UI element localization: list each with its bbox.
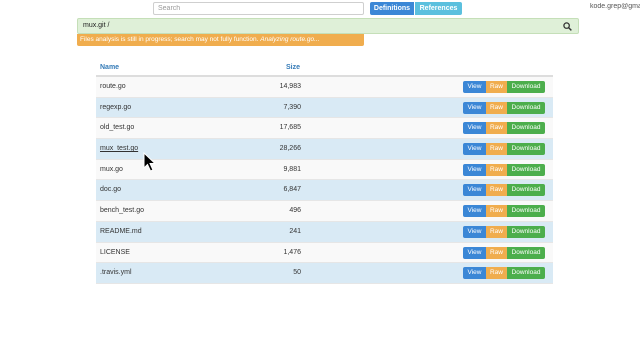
mouse-cursor-icon xyxy=(143,152,157,172)
download-button[interactable]: Download xyxy=(507,81,545,93)
file-actions: View Raw Download xyxy=(463,225,545,238)
view-button[interactable]: View xyxy=(463,225,486,238)
raw-button[interactable]: Raw xyxy=(486,246,507,259)
download-button[interactable]: Download xyxy=(507,101,545,114)
download-button[interactable]: Download xyxy=(507,143,545,156)
table-body: route.go 14,983 View Raw Download regexp.go 7,… xyxy=(96,77,553,284)
file-actions: View Raw Download xyxy=(463,143,545,156)
view-button[interactable]: View xyxy=(463,163,486,176)
raw-button[interactable]: Raw xyxy=(486,101,507,114)
table-row: LICENSE 1,476 View Raw Download xyxy=(96,242,553,264)
references-button[interactable]: References xyxy=(415,2,462,15)
file-actions: View Raw Download xyxy=(463,267,545,280)
view-button[interactable]: View xyxy=(463,246,486,259)
raw-button[interactable]: Raw xyxy=(486,122,507,135)
table-row: doc.go 6,847 View Raw Download xyxy=(96,180,553,202)
file-size: 17,685 xyxy=(279,124,301,132)
file-name-link[interactable]: regexp.go xyxy=(100,104,131,111)
view-button[interactable]: View xyxy=(463,184,486,197)
top-bar: Definitions References kode.grep@gmail.c… xyxy=(0,0,640,17)
file-name-link[interactable]: bench_test.go xyxy=(100,207,144,214)
file-table: Name Size route.go 14,983 View Raw Download r… xyxy=(96,60,553,284)
search-input[interactable] xyxy=(153,2,364,15)
view-button[interactable]: View xyxy=(463,205,486,218)
table-row: route.go 14,983 View Raw Download xyxy=(96,77,553,98)
analysis-warning: Files analysis is still in progress; sea… xyxy=(77,34,364,46)
file-size: 1,476 xyxy=(283,248,301,256)
file-name-link[interactable]: mux.go xyxy=(100,166,123,173)
file-name-link[interactable]: doc.go xyxy=(100,186,121,193)
definitions-button[interactable]: Definitions xyxy=(370,2,414,15)
download-button[interactable]: Download xyxy=(507,163,545,176)
file-actions: View Raw Download xyxy=(463,122,545,135)
view-button[interactable]: View xyxy=(463,81,486,93)
file-size: 7,390 xyxy=(283,103,301,111)
raw-button[interactable]: Raw xyxy=(486,184,507,197)
file-actions: View Raw Download xyxy=(463,246,545,259)
file-name-link[interactable]: LICENSE xyxy=(100,249,130,256)
download-button[interactable]: Download xyxy=(507,225,545,238)
file-actions: View Raw Download xyxy=(463,184,545,197)
file-name-link[interactable]: mux_test.go xyxy=(100,145,138,152)
file-name-link[interactable]: old_test.go xyxy=(100,124,134,131)
breadcrumb: mux.git / xyxy=(77,18,579,34)
table-row: mux_test.go 28,266 View Raw Download xyxy=(96,139,553,160)
download-button[interactable]: Download xyxy=(507,246,545,259)
table-row: .travis.yml 50 View Raw Download xyxy=(96,263,553,284)
breadcrumb-path[interactable]: mux.git / xyxy=(83,22,109,29)
column-header-name[interactable]: Name xyxy=(100,64,119,71)
download-button[interactable]: Download xyxy=(507,267,545,280)
warning-status: Analyzing route.go... xyxy=(260,36,320,43)
file-actions: View Raw Download xyxy=(463,205,545,218)
user-email[interactable]: kode.grep@gmail.com xyxy=(590,3,640,13)
file-size: 28,266 xyxy=(279,145,301,153)
file-size: 496 xyxy=(289,207,301,215)
table-row: README.md 241 View Raw Download xyxy=(96,221,553,243)
file-actions: View Raw Download xyxy=(463,81,545,93)
download-button[interactable]: Download xyxy=(507,205,545,218)
search-icon[interactable] xyxy=(563,22,572,31)
file-actions: View Raw Download xyxy=(463,163,545,176)
view-button[interactable]: View xyxy=(463,101,486,114)
raw-button[interactable]: Raw xyxy=(486,205,507,218)
file-name-link[interactable]: route.go xyxy=(100,83,126,90)
column-header-size[interactable]: Size xyxy=(286,64,300,71)
download-button[interactable]: Download xyxy=(507,122,545,135)
table-header: Name Size xyxy=(96,60,553,77)
raw-button[interactable]: Raw xyxy=(486,143,507,156)
warning-text: Files analysis is still in progress; sea… xyxy=(80,36,259,43)
table-row: regexp.go 7,390 View Raw Download xyxy=(96,97,553,119)
download-button[interactable]: Download xyxy=(507,184,545,197)
raw-button[interactable]: Raw xyxy=(486,163,507,176)
file-size: 241 xyxy=(289,227,301,235)
raw-button[interactable]: Raw xyxy=(486,81,507,93)
file-size: 6,847 xyxy=(283,186,301,194)
view-button[interactable]: View xyxy=(463,143,486,156)
file-name-link[interactable]: README.md xyxy=(100,228,142,235)
file-size: 14,983 xyxy=(279,83,301,90)
table-row: bench_test.go 496 View Raw Download xyxy=(96,201,553,222)
file-size: 50 xyxy=(293,269,301,277)
file-actions: View Raw Download xyxy=(463,101,545,114)
file-name-link[interactable]: .travis.yml xyxy=(100,269,132,276)
view-button[interactable]: View xyxy=(463,122,486,135)
raw-button[interactable]: Raw xyxy=(486,225,507,238)
table-row: old_test.go 17,685 View Raw Download xyxy=(96,118,553,140)
file-size: 9,881 xyxy=(283,165,301,173)
view-button[interactable]: View xyxy=(463,267,486,280)
table-row: mux.go 9,881 View Raw Download xyxy=(96,159,553,181)
raw-button[interactable]: Raw xyxy=(486,267,507,280)
